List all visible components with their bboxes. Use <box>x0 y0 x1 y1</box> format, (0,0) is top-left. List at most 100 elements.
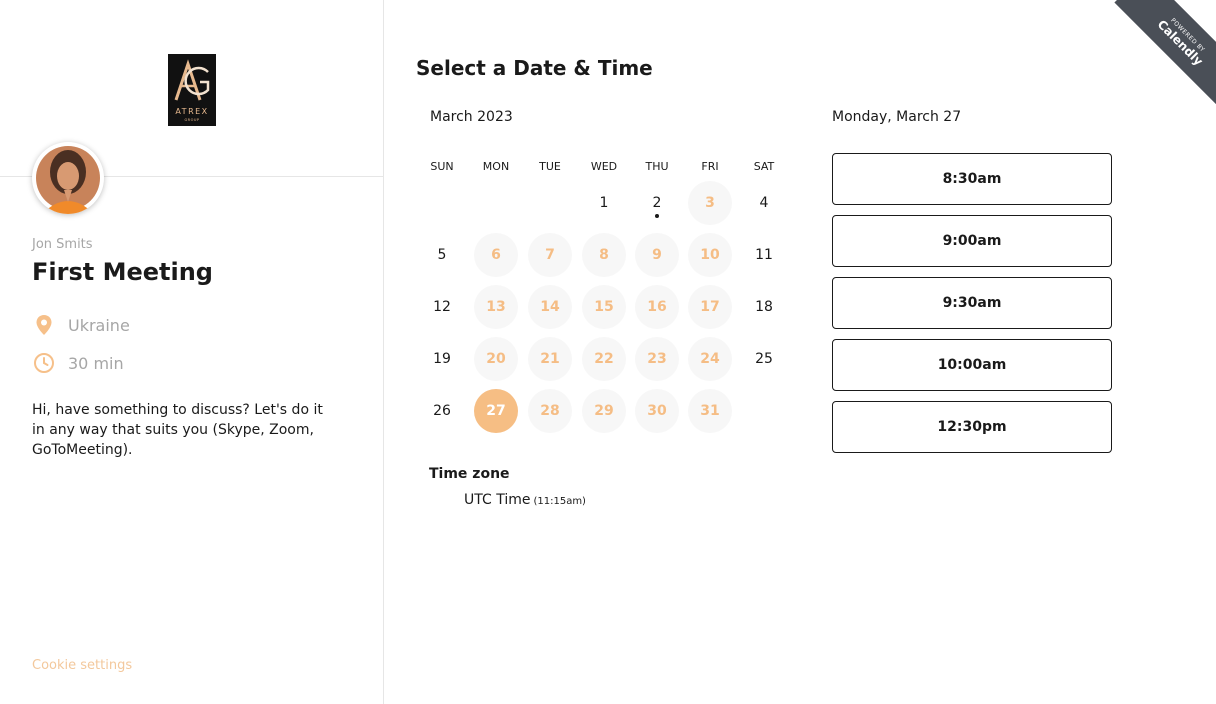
calendar-day-number: 10 <box>700 247 720 263</box>
calendar-day: 25 <box>742 337 786 381</box>
weekday-header: SAT <box>753 160 775 173</box>
company-logo: ATREX GROUP <box>168 54 216 126</box>
event-description: Hi, have something to discuss? Let's do … <box>32 402 323 458</box>
host-avatar <box>32 142 104 214</box>
calendar-day[interactable]: 16 <box>635 285 679 329</box>
timezone-value: UTC Time <box>464 492 531 508</box>
weekday-header: FRI <box>701 160 719 173</box>
time-slot-button[interactable]: 12:30pm <box>832 401 1112 453</box>
calendar-day-number: 1 <box>599 195 609 211</box>
calendar-day-number: 28 <box>540 403 560 419</box>
calendar-day[interactable]: 6 <box>474 233 518 277</box>
calendar-day-number: 20 <box>486 351 506 367</box>
scheduler-panel: Select a Date & Time March 2023 Time zon… <box>384 0 1216 704</box>
calendar-day: 4 <box>742 181 786 225</box>
weekday-header: SUN <box>430 160 454 173</box>
timezone-current-time: (11:15am) <box>533 496 586 507</box>
calendar-day[interactable]: 10 <box>688 233 732 277</box>
calendar-day-number: 18 <box>755 299 773 315</box>
logo-subtext: GROUP <box>184 118 199 122</box>
calendar-day: 2 <box>635 181 679 225</box>
calendar-day[interactable]: 27 <box>474 389 518 433</box>
page-title: Select a Date & Time <box>416 56 653 80</box>
calendar-day-number: 9 <box>652 247 662 263</box>
calendar-day-number: 25 <box>755 351 773 367</box>
calendar-day-number: 8 <box>599 247 609 263</box>
event-info-panel: ATREX GROUP Jon Smits First Meeting Ukra… <box>0 0 384 704</box>
calendar-day: 26 <box>420 389 464 433</box>
weekday-header: THU <box>645 160 669 173</box>
selected-date-label: Monday, March 27 <box>832 109 962 125</box>
calendar-day-number: 21 <box>540 351 560 367</box>
calendar-day-number: 16 <box>647 299 667 315</box>
calendar-day-number: 17 <box>700 299 720 315</box>
time-slot-button[interactable]: 9:00am <box>832 215 1112 267</box>
location-text: Ukraine <box>68 315 130 335</box>
calendar-day-number: 7 <box>545 247 555 263</box>
calendar-day[interactable]: 9 <box>635 233 679 277</box>
calendar-day-number: 29 <box>594 403 614 419</box>
calendar-day[interactable]: 22 <box>582 337 626 381</box>
calendar-day[interactable]: 31 <box>688 389 732 433</box>
calendar-day-number: 22 <box>594 351 614 367</box>
event-title: First Meeting <box>32 258 213 286</box>
calendar-day[interactable]: 17 <box>688 285 732 329</box>
calendar-day-number: 27 <box>486 403 506 419</box>
calendar-day-number: 31 <box>700 403 720 419</box>
event-duration: 30 min <box>32 351 124 375</box>
calendar-day: 19 <box>420 337 464 381</box>
powered-by-calendly-badge[interactable]: POWERED BY Calendly <box>1114 0 1216 104</box>
calendar-day-number: 26 <box>433 403 451 419</box>
calendar-day[interactable]: 7 <box>528 233 572 277</box>
calendar-day-number: 30 <box>647 403 667 419</box>
calendar-day-number: 19 <box>433 351 451 367</box>
duration-text: 30 min <box>68 353 124 373</box>
calendar-day[interactable]: 8 <box>582 233 626 277</box>
weekday-header: WED <box>590 160 618 173</box>
calendar-day: 5 <box>420 233 464 277</box>
event-location: Ukraine <box>32 313 130 337</box>
calendar-day-number: 23 <box>647 351 667 367</box>
calendar-day: 12 <box>420 285 464 329</box>
weekday-header: MON <box>482 160 510 173</box>
time-slot-button[interactable]: 8:30am <box>832 153 1112 205</box>
weekday-header: TUE <box>539 160 561 173</box>
calendar-day[interactable]: 3 <box>688 181 732 225</box>
calendar-day-number: 6 <box>491 247 501 263</box>
calendar-day[interactable]: 15 <box>582 285 626 329</box>
badge-ribbon: POWERED BY Calendly <box>1114 0 1216 104</box>
time-slot-button[interactable]: 10:00am <box>832 339 1112 391</box>
calendar-day[interactable]: 28 <box>528 389 572 433</box>
calendar-month-label: March 2023 <box>430 109 513 125</box>
calendar-day-number: 14 <box>540 299 560 315</box>
calendar-day-number: 24 <box>700 351 720 367</box>
calendar-day-number: 5 <box>437 247 447 263</box>
calendar-day[interactable]: 21 <box>528 337 572 381</box>
timezone-label: Time zone <box>429 466 510 482</box>
host-name: Jon Smits <box>32 237 93 252</box>
timezone-selector[interactable]: UTC Time (11:15am) <box>464 492 586 508</box>
location-pin-icon <box>32 313 56 337</box>
today-indicator-dot <box>655 214 659 218</box>
calendar-day[interactable]: 13 <box>474 285 518 329</box>
logo-text: ATREX <box>175 107 208 116</box>
calendar-day: 11 <box>742 233 786 277</box>
calendar-day-number: 11 <box>755 247 773 263</box>
calendar-day: 1 <box>582 181 626 225</box>
calendar-day[interactable]: 29 <box>582 389 626 433</box>
calendar-day[interactable]: 24 <box>688 337 732 381</box>
calendar-day[interactable]: 20 <box>474 337 518 381</box>
calendar-day-number: 4 <box>759 195 769 211</box>
clock-icon <box>32 351 56 375</box>
time-slot-button[interactable]: 9:30am <box>832 277 1112 329</box>
cookie-settings-link[interactable]: Cookie settings <box>32 658 132 673</box>
calendar-day: 18 <box>742 285 786 329</box>
calendar-day-number: 2 <box>652 195 662 211</box>
calendar-day[interactable]: 14 <box>528 285 572 329</box>
calendar-day-number: 13 <box>486 299 506 315</box>
calendar-day[interactable]: 23 <box>635 337 679 381</box>
calendar-day-number: 15 <box>594 299 614 315</box>
calendar-day-number: 3 <box>705 195 715 211</box>
calendar-day-number: 12 <box>433 299 451 315</box>
calendar-day[interactable]: 30 <box>635 389 679 433</box>
